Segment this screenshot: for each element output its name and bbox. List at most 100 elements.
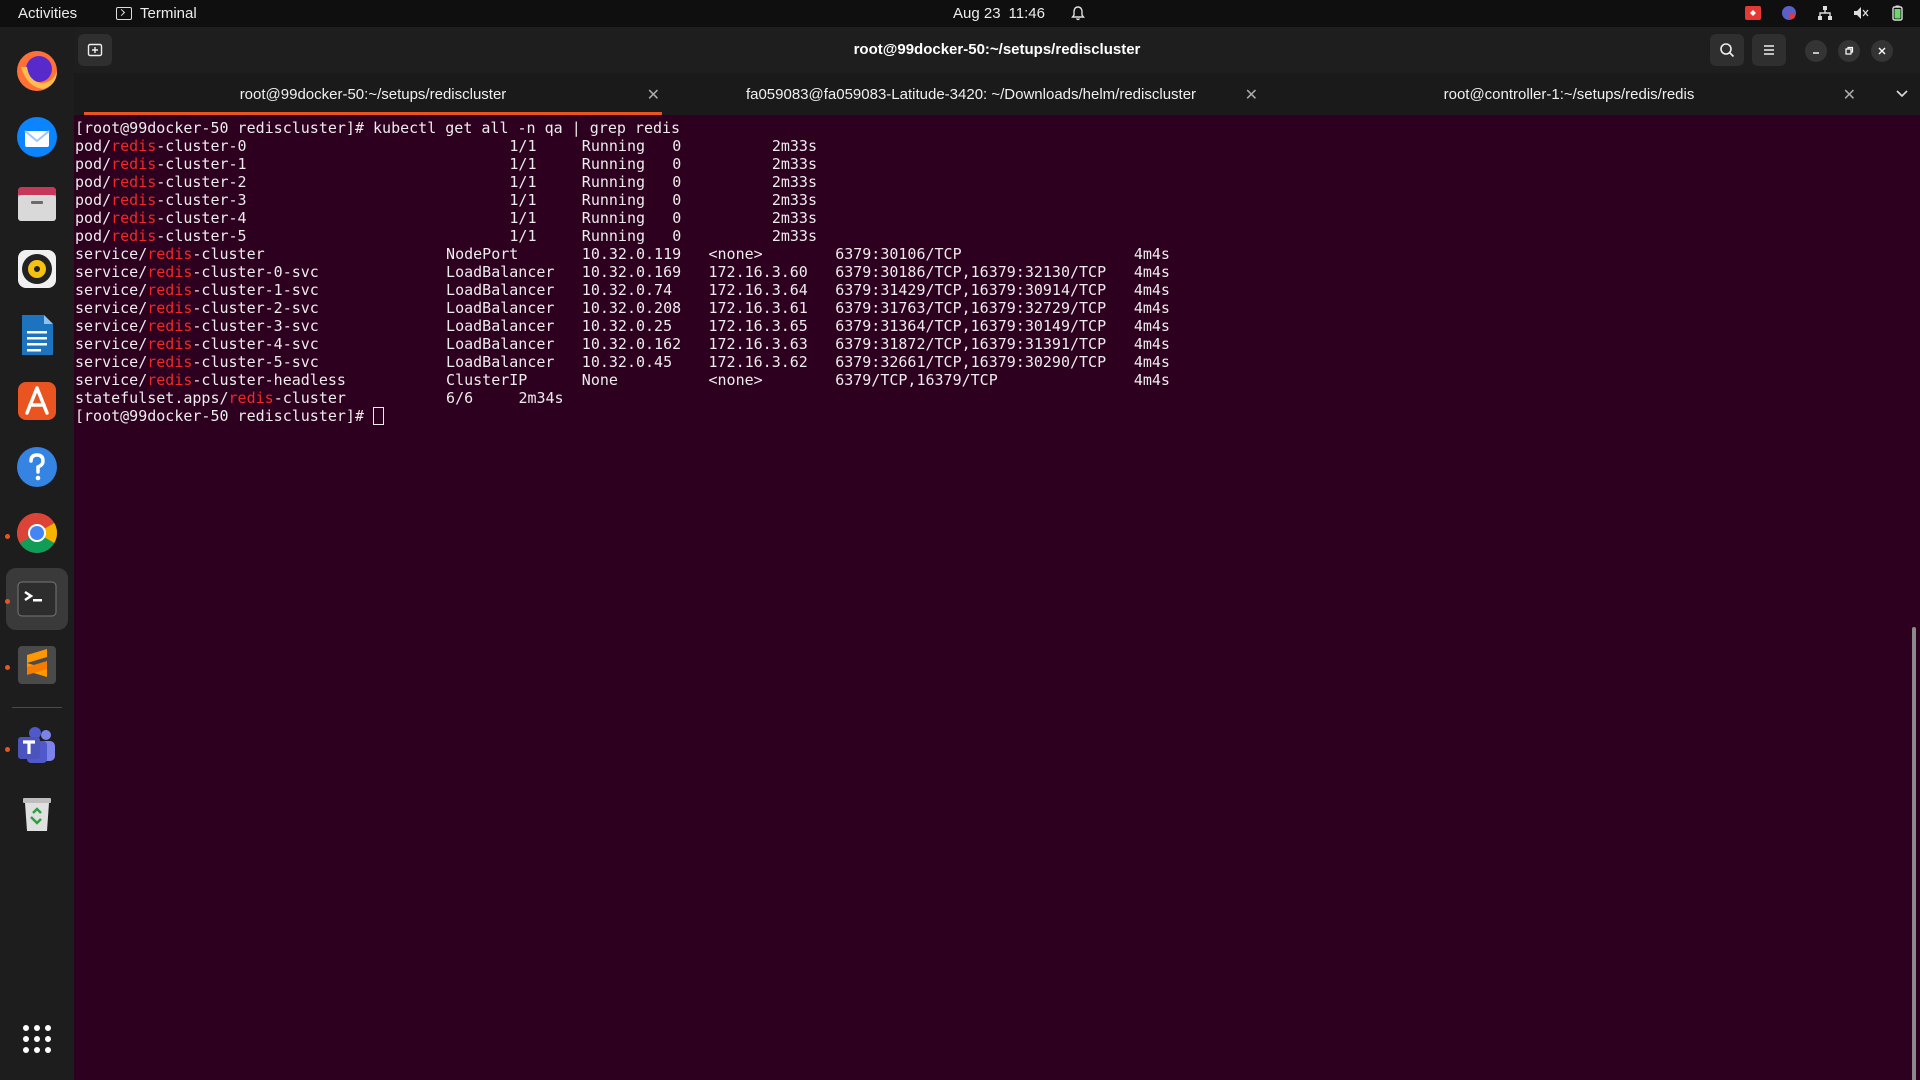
service-ports: 6379:31872/TCP,16379:31391/TCP [835, 335, 1107, 353]
service-age: 4m4s [1133, 299, 1170, 317]
tab-controller-redis[interactable]: root@controller-1:~/setups/redis/redis ✕ [1270, 73, 1868, 115]
pod-row: pod/redis-cluster-1 1/1 Running 0 2m33s [75, 155, 1920, 173]
hamburger-menu-icon [1764, 45, 1774, 55]
service-cluster-ip: 10.32.0.74 [581, 281, 673, 299]
teams-icon [18, 727, 55, 763]
trash-launcher[interactable] [13, 789, 61, 837]
service-row: service/redis-cluster-1-svc LoadBalancer 1… [75, 281, 1920, 299]
pod-ready: 1/1 [509, 173, 537, 191]
sublime-launcher[interactable] [13, 641, 61, 689]
app-center-launcher[interactable] [13, 377, 61, 425]
resource-prefix: service/ [75, 245, 148, 263]
terminal-icon [17, 581, 57, 617]
files-launcher[interactable] [13, 179, 61, 227]
chrome-launcher[interactable] [13, 509, 61, 557]
service-age: 4m4s [1133, 281, 1170, 299]
terminal-launcher[interactable] [13, 575, 61, 623]
tab-rediscluster[interactable]: root@99docker-50:~/setups/rediscluster ✕ [74, 73, 672, 115]
minimize-button[interactable] [1805, 40, 1827, 62]
battery-icon[interactable] [1888, 4, 1906, 22]
service-type: LoadBalancer [446, 263, 555, 281]
tab-helm-rediscluster[interactable]: fa059083@fa059083-Latitude-3420: ~/Downl… [672, 73, 1270, 115]
firefox-launcher[interactable] [13, 47, 61, 95]
resource-name: service/redis-cluster-0-svc [75, 263, 319, 281]
service-ports: 6379/TCP,16379/TCP [835, 371, 998, 389]
resource-suffix: -cluster-0 [156, 137, 247, 155]
app-menu[interactable]: Terminal [116, 5, 197, 22]
pod-restarts: 0 [672, 173, 682, 191]
service-cluster-ip: None [581, 371, 618, 389]
grep-match: redis [111, 155, 157, 173]
pod-ready: 1/1 [509, 191, 537, 209]
pod-restarts: 0 [672, 191, 682, 209]
sublime-icon [18, 646, 56, 684]
pod-restarts: 0 [672, 209, 682, 227]
network-icon[interactable] [1816, 4, 1834, 22]
show-apps-button[interactable] [13, 1015, 61, 1063]
resource-suffix: -cluster-3-svc [192, 317, 319, 335]
terminal-output[interactable]: [root@99docker-50 rediscluster]# kubectl… [74, 115, 1920, 1080]
rhythmbox-launcher[interactable] [13, 245, 61, 293]
pod-status: Running [581, 155, 646, 173]
tab-label: root@99docker-50:~/setups/rediscluster [239, 85, 507, 103]
resource-suffix: -cluster-3 [156, 191, 247, 209]
statefulset-ready: 6/6 [446, 389, 474, 407]
clock[interactable]: Aug 23 11:46 [953, 5, 1085, 22]
dock [0, 27, 74, 1080]
top-bar: Activities Terminal Aug 23 11:46 [0, 0, 1920, 27]
grep-match: redis [111, 209, 157, 227]
resource-suffix: -cluster-1 [156, 155, 247, 173]
resource-prefix: service/ [75, 353, 148, 371]
close-window-button[interactable] [1871, 40, 1893, 62]
pod-restarts: 0 [672, 155, 682, 173]
writer-icon [22, 315, 53, 355]
grep-match: redis [147, 353, 193, 371]
resource-suffix: -cluster-4-svc [192, 335, 319, 353]
teams-tray-icon[interactable] [1780, 4, 1798, 22]
pod-row: pod/redis-cluster-4 1/1 Running 0 2m33s [75, 209, 1920, 227]
window-title: root@99docker-50:~/setups/rediscluster [853, 41, 1141, 58]
tab-close-icon[interactable]: ✕ [1843, 85, 1856, 105]
grep-match: redis [147, 317, 193, 335]
service-row: service/redis-cluster-5-svc LoadBalancer 1… [75, 353, 1920, 371]
tab-label: root@controller-1:~/setups/redis/redis [1443, 85, 1695, 103]
thunderbird-launcher[interactable] [13, 113, 61, 161]
resource-name: pod/redis-cluster-4 [75, 209, 247, 227]
tab-close-icon[interactable]: ✕ [1245, 85, 1258, 105]
maximize-button[interactable] [1838, 40, 1860, 62]
writer-launcher[interactable] [13, 311, 61, 359]
service-age: 4m4s [1133, 263, 1170, 281]
anydesk-tray-icon[interactable] [1744, 4, 1762, 22]
pod-age: 2m33s [771, 209, 817, 227]
pod-ready: 1/1 [509, 227, 537, 245]
teams-launcher[interactable] [13, 723, 61, 771]
service-external-ip: 172.16.3.63 [708, 335, 808, 353]
activities-button[interactable]: Activities [18, 5, 77, 22]
tab-label: fa059083@fa059083-Latitude-3420: ~/Downl… [745, 85, 1197, 103]
resource-suffix: -cluster-5 [156, 227, 247, 245]
clock-date: Aug 23 [953, 5, 1001, 22]
statefulset-row: statefulset.apps/redis-cluster 6/6 2m34s [75, 389, 1920, 407]
grep-match: redis [147, 281, 193, 299]
terminal-scrollbar[interactable] [1912, 627, 1916, 1080]
help-launcher[interactable] [13, 443, 61, 491]
grep-match: redis [111, 191, 157, 209]
system-tray[interactable] [1744, 4, 1906, 22]
tab-close-icon[interactable]: ✕ [647, 85, 660, 105]
resource-name: service/redis-cluster-2-svc [75, 299, 319, 317]
resource-suffix: -cluster-2 [156, 173, 247, 191]
service-ports: 6379:30106/TCP [835, 245, 962, 263]
service-type: LoadBalancer [446, 317, 555, 335]
search-button[interactable] [1710, 34, 1744, 66]
terminal-app-icon [116, 7, 132, 20]
thunderbird-icon [17, 117, 57, 157]
resource-suffix: -cluster-0-svc [192, 263, 319, 281]
volume-muted-icon[interactable] [1852, 4, 1870, 22]
resource-suffix: -cluster-1-svc [192, 281, 319, 299]
clock-time: 11:46 [1008, 5, 1045, 22]
menu-button[interactable] [1752, 34, 1786, 66]
pod-age: 2m33s [771, 227, 817, 245]
pod-ready: 1/1 [509, 155, 537, 173]
resource-prefix: service/ [75, 263, 148, 281]
tabs-overflow-chevron-icon[interactable] [1894, 85, 1910, 101]
